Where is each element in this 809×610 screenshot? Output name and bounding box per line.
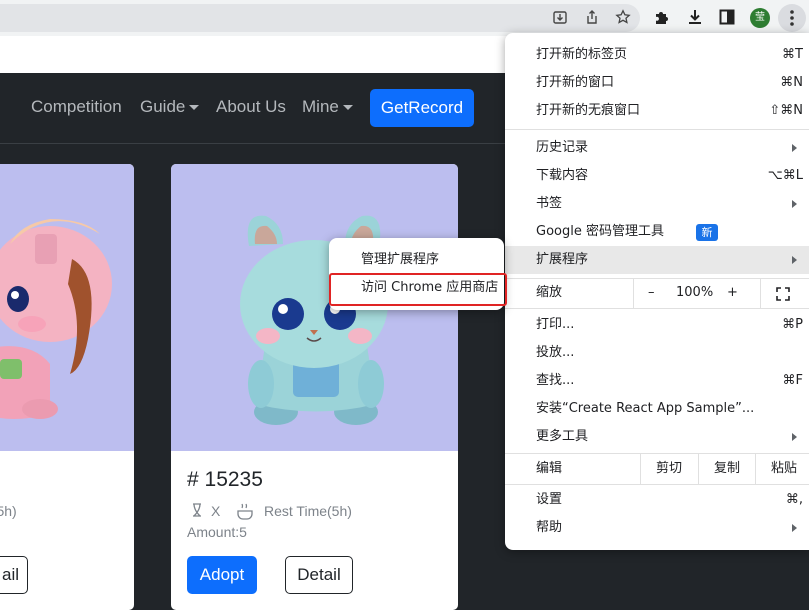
- menu-new-window[interactable]: 打开新的窗口 ⌘N: [505, 69, 809, 97]
- gender-icon: [191, 502, 203, 522]
- chevron-right-icon: [792, 200, 797, 208]
- edit-divider: [755, 454, 756, 484]
- menu-label: 打开新的标签页: [536, 47, 628, 62]
- profile-avatar[interactable]: 莹: [750, 8, 770, 28]
- menu-separator: [505, 129, 809, 130]
- highlight-annotation: [329, 273, 507, 306]
- pet-card: e(5h) ail: [0, 164, 134, 610]
- menu-label: Google 密码管理工具: [536, 224, 664, 239]
- menu-shortcut: ⌘T: [782, 47, 803, 62]
- menu-shortcut: ⌘,: [785, 492, 803, 507]
- install-app-icon[interactable]: [551, 9, 569, 27]
- menu-label: 下载内容: [536, 168, 589, 183]
- new-badge: 新: [696, 224, 718, 241]
- menu-label: 打开新的无痕窗口: [536, 103, 641, 118]
- rest-time-text: e(5h): [0, 503, 17, 519]
- extensions-puzzle-icon[interactable]: [652, 8, 672, 28]
- side-panel-icon[interactable]: [717, 8, 737, 28]
- menu-shortcut: ⇧⌘N: [769, 103, 803, 118]
- chevron-right-icon: [792, 144, 797, 152]
- zoom-in-button[interactable]: +: [727, 279, 738, 307]
- zoom-out-button[interactable]: –: [648, 279, 655, 307]
- menu-new-tab[interactable]: 打开新的标签页 ⌘T: [505, 41, 809, 69]
- menu-cast[interactable]: 投放...: [505, 339, 809, 367]
- menu-shortcut: ⌘F: [782, 373, 803, 388]
- menu-label: 安装“Create React App Sample”...: [536, 401, 755, 416]
- menu-label: 历史记录: [536, 140, 589, 155]
- menu-label: 更多工具: [536, 429, 589, 444]
- menu-shortcut: ⌘N: [780, 75, 803, 90]
- menu-label: 帮助: [536, 520, 563, 535]
- menu-label: 扩展程序: [536, 252, 589, 267]
- chevron-right-icon: [792, 433, 797, 441]
- menu-extensions[interactable]: 扩展程序: [505, 246, 809, 274]
- menu-label: 投放...: [536, 345, 575, 360]
- menu-bookmarks[interactable]: 书签: [505, 190, 809, 218]
- menu-find[interactable]: 查找... ⌘F: [505, 367, 809, 395]
- download-icon[interactable]: [685, 8, 705, 28]
- nav-mine-label: Mine: [302, 97, 339, 116]
- menu-label: 书签: [536, 196, 563, 211]
- chrome-menu-button[interactable]: [778, 4, 806, 32]
- nav-competition[interactable]: Competition: [31, 96, 122, 118]
- share-icon[interactable]: [583, 9, 601, 27]
- menu-separator: [505, 308, 809, 309]
- menu-history[interactable]: 历史记录: [505, 134, 809, 162]
- address-bar[interactable]: [0, 4, 640, 32]
- nav-mine[interactable]: Mine: [302, 96, 353, 118]
- rest-cup-icon: [235, 502, 257, 524]
- adopt-button[interactable]: Adopt: [187, 556, 257, 594]
- detail-button[interactable]: ail: [0, 556, 28, 594]
- menu-shortcut: ⌘P: [782, 317, 803, 332]
- edit-label: 编辑: [536, 461, 563, 476]
- nav-guide-label: Guide: [140, 97, 186, 116]
- menu-downloads[interactable]: 下载内容 ⌥⌘L: [505, 162, 809, 190]
- caret-down-icon: [189, 105, 200, 111]
- pet-image: [0, 164, 134, 451]
- paste-button[interactable]: 粘贴: [771, 455, 797, 483]
- nav-guide[interactable]: Guide: [140, 96, 200, 118]
- menu-label: 打开新的窗口: [536, 75, 615, 90]
- chrome-main-menu: 打开新的标签页 ⌘T 打开新的窗口 ⌘N 打开新的无痕窗口 ⇧⌘N 历史记录 下载内容…: [505, 33, 809, 550]
- submenu-label: 管理扩展程序: [361, 252, 440, 267]
- menu-separator: [505, 484, 809, 485]
- cut-button[interactable]: 剪切: [656, 455, 682, 483]
- detail-button[interactable]: Detail: [285, 556, 353, 594]
- menu-label: 打印...: [536, 317, 575, 332]
- menu-settings[interactable]: 设置 ⌘,: [505, 486, 809, 514]
- menu-label: 查找...: [536, 373, 575, 388]
- pet-id: # 15235: [187, 468, 263, 491]
- chevron-right-icon: [792, 524, 797, 532]
- rest-time-text: Rest Time(5h): [264, 503, 352, 519]
- menu-incognito[interactable]: 打开新的无痕窗口 ⇧⌘N: [505, 97, 809, 125]
- chevron-right-icon: [792, 256, 797, 264]
- zoom-label: 缩放: [536, 285, 563, 300]
- browser-toolbar: 莹: [0, 0, 809, 36]
- menu-more-tools[interactable]: 更多工具: [505, 423, 809, 451]
- zoom-level: 100%: [676, 285, 714, 300]
- copy-button[interactable]: 复制: [714, 455, 740, 483]
- pet-card: # 15235 X Rest Time(5h) Amount:5 Adopt D…: [171, 164, 458, 610]
- bookmark-star-icon[interactable]: [614, 9, 632, 27]
- manage-extensions-item[interactable]: 管理扩展程序: [329, 246, 504, 274]
- menu-install-app[interactable]: 安装“Create React App Sample”...: [505, 395, 809, 423]
- nav-about-us[interactable]: About Us: [216, 96, 286, 118]
- zoom-divider: [633, 278, 634, 308]
- edit-divider: [640, 454, 641, 484]
- gender-text: X: [211, 503, 221, 519]
- caret-down-icon: [342, 105, 353, 111]
- nav-competition-label: Competition: [31, 97, 122, 116]
- zoom-divider: [760, 278, 761, 308]
- menu-shortcut: ⌥⌘L: [767, 168, 803, 183]
- menu-print[interactable]: 打印... ⌘P: [505, 311, 809, 339]
- fullscreen-icon[interactable]: [776, 287, 790, 301]
- menu-password-manager[interactable]: Google 密码管理工具 新: [505, 218, 809, 246]
- menu-help[interactable]: 帮助: [505, 514, 809, 542]
- menu-label: 设置: [536, 492, 563, 507]
- nav-about-label: About Us: [216, 97, 286, 116]
- get-record-button[interactable]: GetRecord: [370, 89, 474, 127]
- amount-text: Amount:5: [187, 524, 247, 540]
- menu-zoom-row: 缩放: [505, 278, 809, 308]
- edit-divider: [698, 454, 699, 484]
